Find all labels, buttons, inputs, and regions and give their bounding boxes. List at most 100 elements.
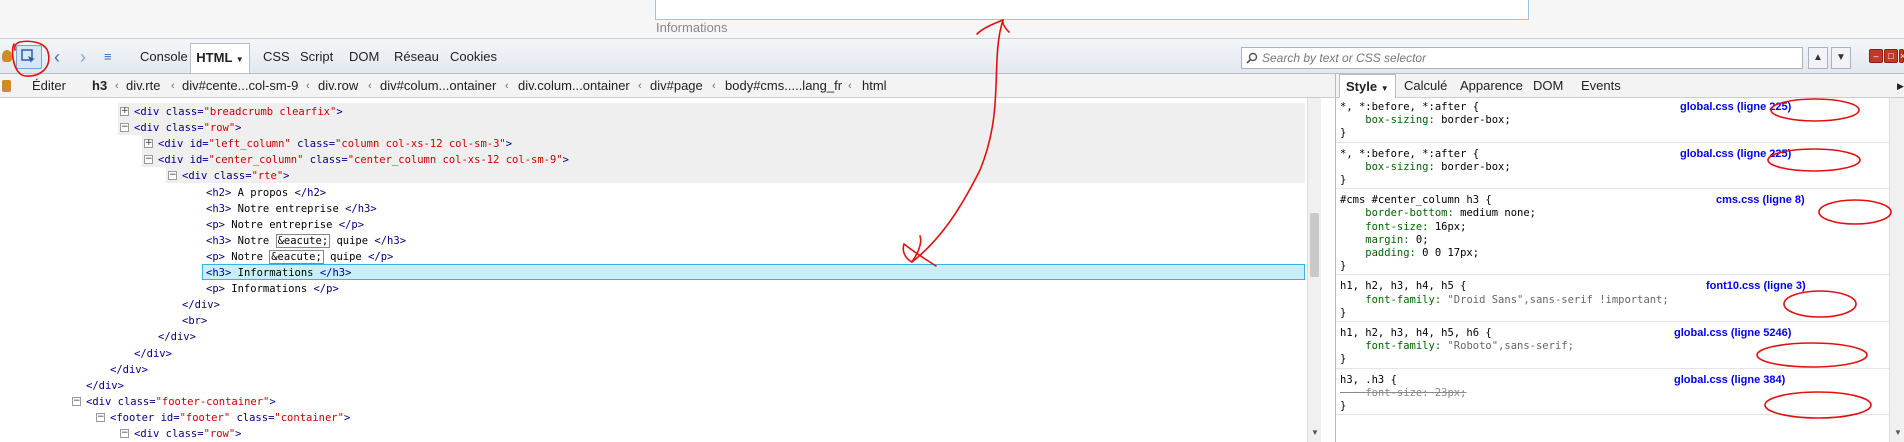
html-node[interactable]: </div> [158,329,196,345]
css-property[interactable]: font-family: "Roboto",sans-serif; [1340,339,1574,354]
html-node[interactable]: </div> [182,297,220,313]
css-source-link[interactable]: global.css (ligne 5246) [1674,327,1791,339]
tab-script[interactable]: Script [300,39,333,75]
command-line-icon[interactable]: ≡ [104,39,112,75]
html-node[interactable]: <div class="row"> [134,426,242,442]
html-node[interactable]: <h3> Notre entreprise </h3> [206,201,377,217]
scroll-down-icon[interactable]: ▼ [1894,428,1902,437]
html-node[interactable]: <br> [182,313,207,329]
node-attr-value: "rte" [251,170,284,183]
css-property[interactable]: box-sizing: border-box; [1340,160,1511,175]
html-node[interactable]: <h2> A propos </h2> [206,185,326,201]
tab-html[interactable]: HTML ▼ [190,43,250,73]
search-prev-button[interactable]: ▲ [1808,47,1828,69]
html-node[interactable]: </div> [134,346,172,362]
side-tab-calcule[interactable]: Calculé [1404,74,1447,98]
css-rule-close: } [1340,353,1347,366]
scroll-right-icon[interactable]: ▶ [1897,74,1904,98]
breadcrumb-item-center-column[interactable]: div#cente...col-sm-9 [182,74,298,98]
css-rule-divider [1336,321,1889,322]
html-node[interactable]: </div> [110,362,148,378]
html-node[interactable]: <p> Notre entreprise </p> [206,217,364,233]
breadcrumb-separator-icon: ‹ [306,80,310,92]
html-panel-scrollbar[interactable]: ▼ [1307,98,1321,442]
html-node[interactable]: <p> Informations </p> [206,281,339,297]
breadcrumb-item-html[interactable]: html [862,74,887,98]
firebug-icon[interactable] [2,50,12,62]
minimize-icon[interactable]: – [1869,49,1883,63]
css-property[interactable]: font-size: 23px; [1340,386,1466,401]
search-input[interactable]: Search by text or CSS selector [1241,47,1803,69]
breadcrumb-item-columns-container[interactable]: div.colum...ontainer [518,74,630,98]
breadcrumb-item-row[interactable]: div.row [318,74,358,98]
collapse-node-icon[interactable]: − [120,123,129,133]
css-property[interactable]: box-sizing: border-box; [1340,113,1510,128]
tab-reseau[interactable]: Réseau [394,39,439,75]
chevron-down-icon: ▼ [1380,84,1389,93]
css-source-link[interactable]: global.css (ligne 225) [1680,101,1791,113]
back-icon[interactable]: ‹ [54,39,60,75]
breadcrumb-item-column-container[interactable]: div#colum...ontainer [380,74,496,98]
breadcrumb-item-body[interactable]: body#cms.....lang_fr [725,74,842,98]
collapse-node-icon[interactable]: − [144,155,153,165]
close-icon[interactable]: × [1899,49,1904,63]
node-attr-value: "row" [203,122,236,135]
search-next-button[interactable]: ▼ [1831,47,1851,69]
edit-button[interactable]: Éditer [32,74,66,98]
node-text: quipe [323,250,369,263]
node-tag-close: > [235,428,242,440]
expand-node-icon[interactable]: + [120,107,129,116]
breadcrumb-item-h3[interactable]: h3 [92,74,107,98]
html-node[interactable]: <div class="row"> [134,120,242,136]
collapse-node-icon[interactable]: − [96,412,105,422]
html-node[interactable]: <footer id="footer" class="container"> [110,410,350,426]
html-tree-panel: + <div class="breadcrumb clearfix"> − <div … [0,98,1307,442]
node-tag: <h3> [206,202,232,215]
collapse-node-icon[interactable]: − [72,396,81,406]
breadcrumb-item-page[interactable]: div#page [650,74,703,98]
breadcrumb-item-rte[interactable]: div.rte [126,74,160,98]
collapse-node-icon[interactable]: − [168,171,177,181]
css-property-value: border-box; [1434,160,1511,173]
css-source-link[interactable]: cms.css (ligne 8) [1716,194,1805,206]
node-text: Notre entreprise [224,218,339,231]
css-property[interactable]: font-family: "Droid Sans",sans-serif !im… [1340,293,1668,308]
side-tab-dom[interactable]: DOM [1533,74,1563,98]
html-node[interactable]: <div id="left_column" class="column col-… [158,136,512,152]
node-attr-name: id= [183,138,209,151]
collapse-node-icon[interactable]: − [120,429,129,438]
css-source-link[interactable]: global.css (ligne 384) [1674,374,1785,386]
inspect-element-button[interactable] [16,45,42,69]
tab-css[interactable]: CSS [263,39,290,75]
tab-dom[interactable]: DOM [349,39,379,75]
css-source-link[interactable]: font10.css (ligne 3) [1706,280,1806,292]
node-tag: <br> [182,315,208,328]
css-property[interactable]: padding: 0 0 17px; [1340,246,1479,261]
side-tab-events[interactable]: Events [1581,74,1621,98]
tab-cookies[interactable]: Cookies [450,39,497,75]
node-text: Notre [231,234,276,247]
scroll-down-icon[interactable]: ▼ [1311,428,1319,437]
side-tab-style[interactable]: Style ▼ [1339,74,1396,98]
html-node[interactable]: <div class="footer-container"> [86,394,276,410]
html-node[interactable]: <h3> Notre &eacute; quipe </h3> [206,233,406,249]
side-tab-apparence[interactable]: Apparence [1460,74,1523,98]
node-tag: <div [134,122,160,135]
html-node[interactable]: <p> Notre &eacute; quipe </p> [206,249,393,265]
html-node[interactable]: <div id="center_column" class="center_co… [158,152,569,168]
html-node[interactable]: </div> [86,378,124,394]
node-attr-name: class= [230,411,275,424]
css-source-link[interactable]: global.css (ligne 225) [1680,148,1791,160]
css-property-name: box-sizing: [1340,114,1435,127]
html-node[interactable]: <div class="rte"> [182,168,290,184]
tab-console[interactable]: Console [140,39,188,75]
detach-icon[interactable]: □ [1884,49,1898,63]
scroll-thumb[interactable] [1310,213,1319,277]
css-panel-scrollbar[interactable]: ▼ [1889,98,1904,442]
node-tag-close: > [336,106,343,118]
html-node-selected[interactable]: <h3> Informations </h3> [206,265,351,281]
expand-node-icon[interactable]: + [144,139,153,149]
html-node[interactable]: <div class="breadcrumb clearfix"> [134,104,343,120]
forward-icon[interactable]: › [80,39,86,75]
node-attr-value: "center_column" [208,154,304,167]
